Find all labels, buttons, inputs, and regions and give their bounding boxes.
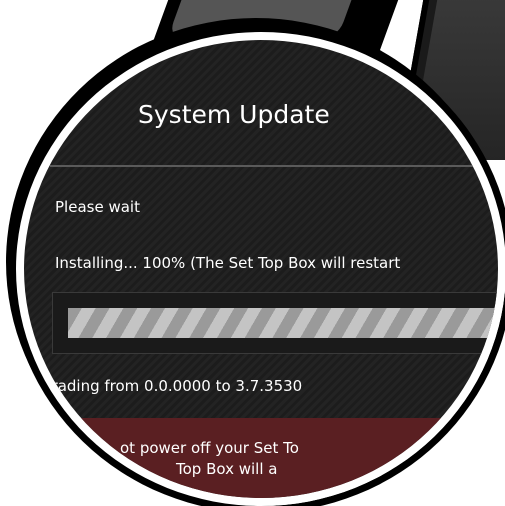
- installing-status: Installing... 100% (The Set Top Box will…: [55, 254, 401, 272]
- status-label: Please wait: [55, 198, 140, 216]
- magnifier-lens: System Update Please wait Installing... …: [16, 32, 505, 506]
- upgrade-version-text: grading from 0.0.0000 to 3.7.3530: [42, 377, 303, 395]
- warning-line-1: ot power off your Set To: [120, 439, 299, 457]
- dialog-title: System Update: [138, 100, 330, 129]
- warning-line-2: Top Box will a: [176, 460, 278, 478]
- progress-bar-fill: [68, 308, 498, 338]
- title-divider: [50, 165, 498, 167]
- system-update-dialog: System Update Please wait Installing... …: [24, 40, 498, 498]
- warning-text: ot power off your Set To Top Box will a: [120, 438, 299, 480]
- progress-bar: [68, 308, 498, 338]
